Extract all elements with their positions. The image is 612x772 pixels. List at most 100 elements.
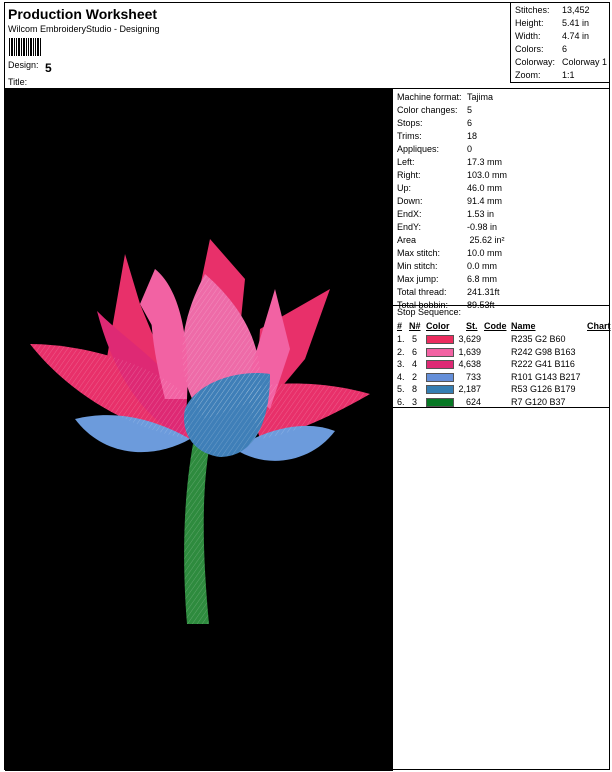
info-value: 5: [467, 105, 473, 115]
title-label: Title:: [8, 77, 28, 87]
needle-number: 6: [412, 346, 418, 357]
info-key: Up:: [397, 183, 412, 193]
meta-value: Colorway 1: [562, 57, 608, 67]
row-number: 5.: [397, 384, 405, 395]
info-key: Right:: [397, 170, 421, 180]
thread-name: R53 G126 B179: [511, 384, 576, 395]
page-title: Production Worksheet: [8, 6, 158, 22]
info-key: Max stitch:: [397, 248, 441, 258]
col-header-needle: N#: [409, 321, 421, 331]
info-value: 6: [467, 118, 473, 128]
info-row: EndY: -0.98 in: [397, 222, 497, 232]
meta-value: 4.74 in: [562, 31, 590, 41]
info-key: Left:: [397, 157, 415, 167]
meta-key: Zoom:: [515, 70, 541, 80]
needle-number: 3: [412, 397, 418, 407]
info-row: Right: 103.0 mm: [397, 170, 507, 180]
meta-row: Height: 5.41 in: [515, 18, 589, 28]
row-number: 4.: [397, 371, 405, 382]
info-row: Machine format: Tajima: [397, 92, 493, 102]
worksheet-header: Production Worksheet Wilcom EmbroiderySt…: [5, 3, 609, 89]
info-key: Max jump:: [397, 274, 439, 284]
info-value: 6.8 mm: [467, 274, 498, 284]
color-swatch: [426, 360, 454, 370]
meta-row: Width: 4.74 in: [515, 31, 589, 41]
meta-key: Width:: [515, 31, 541, 41]
info-value: 10.0 mm: [467, 248, 503, 258]
info-key: Machine format:: [397, 92, 462, 102]
lotus-flower-image: [30, 239, 370, 624]
info-value: 18: [467, 131, 478, 141]
color-swatch: [426, 385, 454, 395]
barcode-icon: [9, 38, 41, 56]
summary-box: Stitches: 13,452 Height: 5.41 in Width: 4.7…: [510, 3, 609, 83]
meta-key: Colorway:: [515, 57, 556, 67]
col-header-name: Name: [511, 321, 536, 331]
info-row: Left: 17.3 mm: [397, 157, 502, 167]
info-row: Area 25.62 in²: [397, 235, 505, 245]
info-row: Max stitch: 10.0 mm: [397, 248, 502, 258]
meta-value: 1:1: [562, 70, 575, 80]
thread-name: R7 G120 B37: [511, 397, 566, 407]
info-value: 17.3 mm: [467, 157, 503, 167]
info-value: 91.4 mm: [467, 196, 503, 206]
stitch-count: 2,187: [458, 384, 481, 395]
meta-key: Stitches:: [515, 5, 550, 15]
info-key: Min stitch:: [397, 261, 438, 271]
stitch-count: 624: [465, 397, 481, 407]
design-label: Design:: [8, 60, 39, 70]
col-header-stitches: St.: [466, 321, 478, 331]
thread-name: R235 G2 B60: [511, 334, 566, 344]
meta-row: Stitches: 13,452: [515, 5, 590, 15]
info-row: Down: 91.4 mm: [397, 196, 502, 206]
info-key: Total thread:: [397, 287, 447, 297]
info-row: Max jump: 6.8 mm: [397, 274, 497, 284]
info-row: Trims: 18: [397, 131, 477, 141]
thread-name: R242 G98 B163: [511, 346, 576, 357]
thread-name: R222 G41 B116: [511, 359, 575, 370]
info-row: Stops: 6: [397, 118, 472, 128]
row-number: 6.: [397, 397, 405, 407]
stitch-count: 3,629: [458, 334, 481, 344]
info-value: 1.53 in: [467, 209, 495, 219]
info-key: Area: [397, 235, 417, 245]
meta-value: 13,452: [562, 5, 590, 15]
info-row: Total thread: 241.31ft: [397, 287, 500, 297]
info-value: 241.31ft: [467, 287, 500, 297]
meta-row: Colorway: Colorway 1: [515, 57, 607, 67]
col-header-code: Code: [484, 321, 507, 331]
info-key: Appliques:: [397, 144, 440, 154]
col-header-chart: Chart: [587, 321, 611, 331]
info-value: 46.0 mm: [467, 183, 503, 193]
needle-number: 8: [412, 384, 418, 395]
meta-value: 5.41 in: [562, 18, 590, 28]
thread-name: R101 G143 B217: [511, 371, 581, 382]
row-number: 2.: [397, 346, 405, 357]
color-swatch: [426, 372, 454, 382]
row-number: 3.: [397, 359, 405, 370]
info-value: Tajima: [467, 92, 494, 102]
stitch-count: 733: [465, 371, 481, 382]
info-row: EndX: 1.53 in: [397, 209, 494, 219]
stop-sequence-title: Stop Sequence:: [397, 307, 462, 317]
info-value: 0: [467, 144, 473, 154]
info-value: 0.0 mm: [467, 261, 498, 271]
meta-value: 6: [562, 44, 568, 54]
info-key: EndY:: [397, 222, 422, 232]
worksheet-frame: Production Worksheet Wilcom EmbroiderySt…: [4, 2, 611, 771]
needle-number: 4: [412, 359, 418, 370]
info-row: Min stitch: 0.0 mm: [397, 261, 497, 271]
info-key: Color changes:: [397, 105, 458, 115]
needle-number: 5: [412, 334, 418, 344]
stitch-count: 1,639: [458, 346, 481, 357]
design-value: 5: [45, 61, 52, 75]
info-value: -0.98 in: [467, 222, 498, 232]
stats-panel: Machine format: Tajima Color changes: 5 St…: [392, 89, 611, 771]
info-value: 25.62 in²: [467, 235, 505, 245]
meta-key: Colors:: [515, 44, 544, 54]
stitch-count: 4,638: [458, 359, 481, 370]
info-row: Color changes: 5: [397, 105, 472, 115]
info-row: Up: 46.0 mm: [397, 183, 502, 193]
meta-row: Zoom: 1:1: [515, 70, 575, 80]
needle-number: 2: [412, 371, 418, 382]
